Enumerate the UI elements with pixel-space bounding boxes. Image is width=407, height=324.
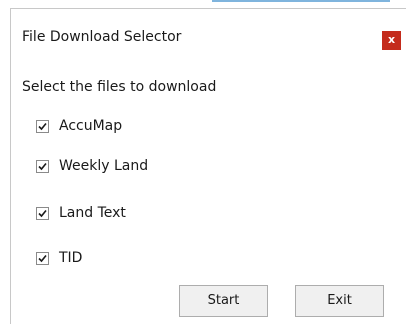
background-window-edge [212,0,390,2]
close-icon: x [387,33,396,46]
file-option-tid[interactable]: TID [36,249,82,267]
start-button[interactable]: Start [179,285,268,317]
checkmark-icon [38,122,47,130]
tid-checkbox[interactable] [36,251,49,265]
checkmark-icon [38,254,47,262]
checkmark-icon [38,209,47,217]
window-title: File Download Selector [22,29,182,45]
weekly-land-checkbox[interactable] [36,159,49,173]
file-option-weekly-land[interactable]: Weekly Land [36,157,148,175]
file-download-selector-dialog: File Download Selector x Select the file… [10,8,407,324]
accumap-label: AccuMap [59,118,123,134]
land-text-label: Land Text [59,205,126,221]
title-bar: File Download Selector x [11,9,407,57]
instruction-text: Select the files to download [22,79,217,95]
file-option-land-text[interactable]: Land Text [36,204,126,222]
close-button[interactable]: x [382,31,401,50]
tid-label: TID [59,250,83,266]
accumap-checkbox[interactable] [36,119,49,133]
checkmark-icon [38,162,47,170]
land-text-checkbox[interactable] [36,206,49,220]
weekly-land-label: Weekly Land [59,158,149,174]
exit-button[interactable]: Exit [295,285,384,317]
file-option-accumap[interactable]: AccuMap [36,117,122,135]
